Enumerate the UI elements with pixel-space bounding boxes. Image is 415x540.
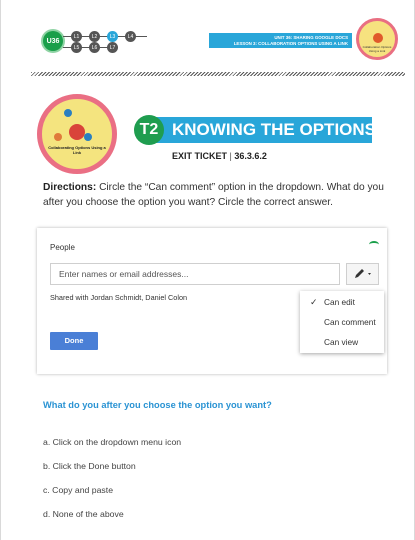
logo-caption: Collaborating Options Using a Link [48,145,106,155]
lesson-dot-l5: L5 [71,42,82,53]
separator: | [229,151,232,161]
question-prompt: What do you after you choose the option … [43,400,272,410]
menu-item-can-comment[interactable]: Can comment [300,312,384,332]
header-divider [31,72,405,76]
permission-dropdown-button[interactable] [346,263,379,285]
menu-item-label: Can edit [324,297,355,307]
spinner-icon [369,241,379,248]
menu-item-label: Can view [324,337,359,347]
lesson-dot-l3: L3 [107,31,118,42]
permission-menu: ✓ Can edit Can comment Can view [300,291,384,353]
done-button[interactable]: Done [50,332,98,350]
lesson-dot-l1: L1 [71,31,82,42]
answer-option[interactable]: d. None of the above [43,509,124,519]
menu-item-can-edit[interactable]: ✓ Can edit [300,292,384,312]
link-icon [373,33,383,43]
answer-option[interactable]: c. Copy and paste [43,485,113,495]
people-input[interactable]: Enter names or email addresses... [50,263,340,285]
lesson-logo-small: Collaboration Options Using a Link [356,18,398,60]
lesson-dot-l6: L6 [89,42,100,53]
check-icon: ✓ [310,297,318,307]
unit-banner: UNIT 36: SHARING GOOGLE DOCS LESSON 3: C… [209,33,352,48]
lesson-dot-l4: L4 [125,31,136,42]
lesson-dot-l7: L7 [107,42,118,53]
exit-ticket-code: 36.3.6.2 [234,151,267,161]
link-icon [69,124,85,140]
arrow-icon [54,133,62,141]
task-badge: T2 [134,115,164,145]
shared-with-text: Shared with Jordan Schmidt, Daniel Colon [50,293,188,302]
exit-ticket-label: EXIT TICKET | 36.3.6.2 [172,151,267,161]
directions-label: Directions: [43,182,97,193]
exit-ticket-text: EXIT TICKET [172,151,228,161]
person-icon [84,133,92,141]
people-label: People [50,243,75,252]
lesson-title: LESSON 3: COLLABORATION OPTIONS USING A … [233,40,348,46]
logo-caption: Collaboration Options Using a Link [362,45,392,53]
exit-ticket-page: U36 L1 L2 L3 L4 L5 L6 L7 UNIT 36: SHARIN… [0,0,415,540]
pencil-icon [355,269,371,278]
answer-option[interactable]: b. Click the Done button [43,461,136,471]
lesson-dot-l2: L2 [89,31,100,42]
person-icon [64,109,72,117]
menu-item-label: Can comment [324,317,376,327]
lesson-logo-large: Collaborating Options Using a Link [37,94,117,174]
page-title: KNOWING THE OPTIONS [156,117,376,143]
answer-option[interactable]: a. Click on the dropdown menu icon [43,437,181,447]
chevron-down-icon [368,273,371,275]
directions: Directions: Circle the “Can comment” opt… [43,180,388,210]
unit-badge: U36 [43,31,63,51]
menu-item-can-view[interactable]: Can view [300,332,384,352]
